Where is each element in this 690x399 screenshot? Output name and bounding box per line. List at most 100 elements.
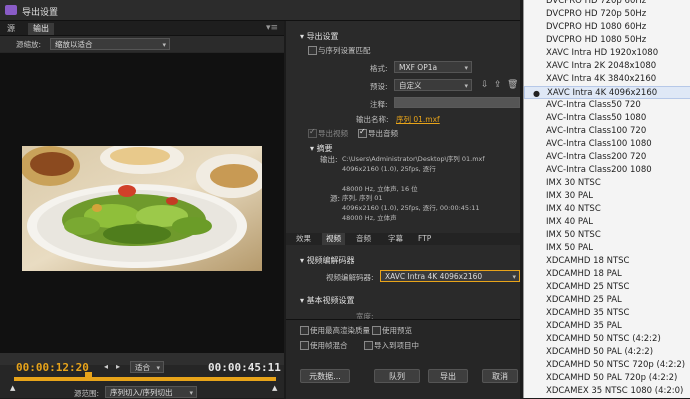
menu-item[interactable]: XDCAMHD 50 PAL 720p (4:2:2) [524, 372, 690, 385]
timeline-range [14, 377, 276, 381]
export-video-checkbox[interactable] [308, 127, 317, 138]
video-codec-section[interactable]: ▾ 视频编解码器 [300, 255, 355, 266]
out-point-icon[interactable]: ▲ [272, 384, 277, 392]
menu-item[interactable]: XDCAMHD 18 PAL [524, 268, 690, 281]
menu-item-label: XDCAMHD 35 PAL [546, 321, 622, 331]
menu-item[interactable]: XAVC Intra 2K 2048x1080 [524, 60, 690, 73]
chevron-down-icon: ▾ [512, 273, 516, 281]
import-preset-icon[interactable]: ⇪ [494, 80, 502, 90]
queue-button[interactable]: 队列 [374, 369, 420, 383]
preview-panel: 源 输出 ▾≡ 源缩放: 缩放以适合 ▾ 00:00:12:20 ◂ ▸ 适合 … [0, 21, 284, 398]
menu-item[interactable]: AVC-Intra Class50 720 [524, 99, 690, 112]
metadata-button[interactable]: 元数据... [300, 369, 350, 383]
food-image [22, 146, 262, 271]
menu-item-label: DVCPRO HD 1080 50Hz [546, 35, 647, 45]
menu-item[interactable]: DVCPRO HD 1080 50Hz [524, 34, 690, 47]
match-sequence-checkbox[interactable] [308, 46, 317, 55]
timecode-in[interactable]: 00:00:12:20 [16, 361, 89, 374]
tab-source[interactable]: 源 [2, 23, 20, 35]
tab-ftp[interactable]: FTP [414, 233, 435, 245]
video-codec-label: 视频编解码器: [326, 273, 374, 282]
source-scaling-dropdown[interactable]: 缩放以适合 ▾ [50, 38, 170, 50]
menu-item[interactable]: XDCAMHD 35 NTSC [524, 307, 690, 320]
panel-menu-icon[interactable]: ▾≡ [266, 23, 278, 33]
format-dropdown[interactable]: MXF OP1a ▾ [394, 61, 472, 73]
menu-item-label: IMX 30 PAL [546, 191, 594, 201]
save-preset-icon[interactable]: ⇩ [481, 80, 489, 90]
in-point-icon[interactable]: ▲ [10, 384, 15, 392]
export-button[interactable]: 导出 [428, 369, 468, 383]
menu-item-label: XDCAMEX 35 NTSC 1080 (4:2:0) [546, 386, 684, 396]
frame-blending-checkbox[interactable] [300, 341, 309, 350]
playhead[interactable] [85, 372, 92, 381]
tab-audio[interactable]: 音频 [352, 233, 375, 245]
set-out-icon[interactable]: ▸ [116, 362, 120, 371]
summary-source-line: 序列, 序列 01 [342, 194, 383, 202]
use-previews-checkbox[interactable] [372, 326, 381, 335]
menu-item-label: XAVC Intra HD 1920x1080 [546, 48, 659, 58]
menu-item-label: IMX 30 NTSC [546, 178, 601, 188]
menu-item[interactable]: ● XAVC Intra 4K 4096x2160 [524, 86, 690, 99]
fit-dropdown[interactable]: 适合 ▾ [130, 361, 164, 373]
menu-item[interactable]: DVCPRO HD 720p 50Hz [524, 8, 690, 21]
menu-item[interactable]: IMX 50 PAL [524, 242, 690, 255]
menu-item[interactable]: XDCAMHD 25 NTSC [524, 281, 690, 294]
playback-controls: 00:00:12:20 ◂ ▸ 适合 ▾ 00:00:45:11 ▲ ▲ 源范围… [0, 353, 284, 398]
menu-item[interactable]: XAVC Intra HD 1920x1080 [524, 47, 690, 60]
menu-item[interactable]: XDCAMHD 50 NTSC (4:2:2) [524, 333, 690, 346]
preset-dropdown[interactable]: 自定义 ▾ [394, 79, 472, 91]
comment-label: 注释: [370, 100, 388, 109]
video-codec-dropdown[interactable]: XAVC Intra 4K 4096x2160 ▾ [380, 270, 520, 282]
title-bar: 导出设置 [0, 0, 520, 21]
menu-item[interactable]: XDCAMHD 50 PAL (4:2:2) [524, 346, 690, 359]
menu-item[interactable]: AVC-Intra Class50 1080 [524, 112, 690, 125]
settings-subtabs: 效果 视频 音频 字幕 FTP [286, 233, 520, 245]
menu-item[interactable]: IMX 30 PAL [524, 190, 690, 203]
menu-item[interactable]: AVC-Intra Class100 720 [524, 125, 690, 138]
export-settings-title[interactable]: ▾ 导出设置 [300, 31, 339, 42]
menu-item[interactable]: XDCAMEX 35 NTSC 1080 (4:2:0) [524, 385, 690, 398]
summary-output-line: 4096x2160 (1.0), 25fps, 逐行 [342, 165, 436, 173]
set-in-icon[interactable]: ◂ [104, 362, 108, 371]
menu-item[interactable]: XDCAMHD 18 NTSC [524, 255, 690, 268]
menu-item[interactable]: DVCPRO HD 720p 60Hz [524, 0, 690, 8]
menu-item[interactable]: IMX 40 PAL [524, 216, 690, 229]
video-frame [22, 146, 262, 271]
summary-title-text: 摘要 [316, 144, 333, 153]
output-name-link[interactable]: 序列 01.mxf [396, 114, 440, 125]
source-range-dropdown[interactable]: 序列切入/序列切出 ▾ [105, 386, 197, 398]
cancel-button[interactable]: 取消 [482, 369, 518, 383]
menu-item[interactable]: AVC-Intra Class100 1080 [524, 138, 690, 151]
summary-title[interactable]: ▾ 摘要 [310, 143, 333, 154]
import-into-project-checkbox[interactable] [364, 341, 373, 350]
menu-item-label: AVC-Intra Class200 1080 [546, 165, 652, 175]
basic-video-section[interactable]: ▾ 基本视频设置 [300, 295, 355, 306]
export-settings-panel: ▾ 导出设置 与序列设置匹配 格式: MXF OP1a ▾ 预设: 自定义 ▾ … [286, 21, 520, 399]
video-viewer [0, 53, 284, 353]
menu-item[interactable]: XDCAMHD 35 PAL [524, 320, 690, 333]
menu-item[interactable]: IMX 30 NTSC [524, 177, 690, 190]
tab-output[interactable]: 输出 [28, 23, 54, 35]
menu-item[interactable]: AVC-Intra Class200 1080 [524, 164, 690, 177]
menu-item[interactable]: AVC-Intra Class200 720 [524, 151, 690, 164]
menu-item-label: XAVC Intra 4K 4096x2160 [547, 88, 658, 98]
source-scaling-label: 源缩放: [16, 40, 42, 49]
menu-item[interactable]: XAVC Intra 4K 3840x2160 [524, 73, 690, 86]
source-range-value: 序列切入/序列切出 [110, 388, 173, 397]
menu-item-label: AVC-Intra Class100 1080 [546, 139, 652, 149]
tab-video[interactable]: 视频 [322, 233, 345, 245]
export-audio-checkbox[interactable] [358, 127, 367, 138]
max-render-quality-checkbox[interactable] [300, 326, 309, 335]
menu-item[interactable]: IMX 50 NTSC [524, 229, 690, 242]
export-video-label: 导出视频 [318, 129, 348, 138]
menu-item-label: IMX 50 PAL [546, 243, 594, 253]
tab-effects[interactable]: 效果 [292, 233, 315, 245]
tab-captions[interactable]: 字幕 [384, 233, 407, 245]
delete-preset-icon[interactable]: 🗑 [507, 80, 518, 90]
menu-item[interactable]: IMX 40 NTSC [524, 203, 690, 216]
chevron-down-icon: ▾ [189, 389, 193, 397]
menu-item[interactable]: XDCAMHD 50 NTSC 720p (4:2:2) [524, 359, 690, 372]
comment-field[interactable] [394, 97, 520, 108]
menu-item[interactable]: DVCPRO HD 1080 60Hz [524, 21, 690, 34]
menu-item[interactable]: XDCAMHD 25 PAL [524, 294, 690, 307]
